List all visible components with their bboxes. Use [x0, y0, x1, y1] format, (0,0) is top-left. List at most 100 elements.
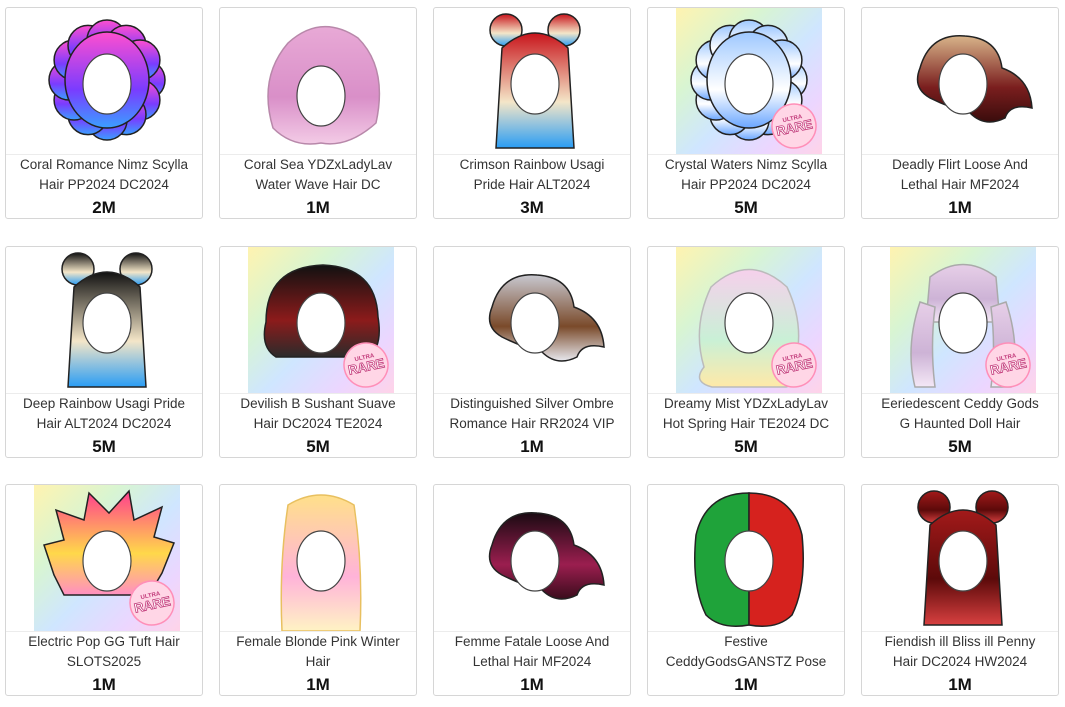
- item-name-line1: Deep Rainbow Usagi Pride: [22, 396, 186, 411]
- item-name-line2: Lethal Hair MF2024: [472, 654, 592, 669]
- face-placeholder: [724, 292, 774, 354]
- item-price: 5M: [734, 198, 758, 217]
- item-name-line1: Electric Pop GG Tuft Hair: [28, 634, 180, 649]
- item-price: 1M: [948, 675, 972, 694]
- item-price: 5M: [92, 437, 116, 456]
- item-name: Dreamy Mist YDZxLadyLav Hot Spring Hair T…: [648, 394, 844, 434]
- item-card[interactable]: ULTRA RARE Electric Pop GG Tuft Hair SLOTS2…: [5, 484, 203, 696]
- item-name-line1: Eeriedescent Ceddy Gods: [881, 396, 1039, 411]
- face-placeholder: [296, 530, 346, 592]
- item-name-line1: Coral Romance Nimz Scylla: [19, 157, 189, 172]
- item-name-line1: Coral Sea YDZxLadyLav: [243, 157, 393, 172]
- item-name-line2: Hair: [305, 654, 331, 669]
- item-name-line2: CeddyGodsGANSTZ Pose: [665, 654, 827, 669]
- item-name-line1: Deadly Flirt Loose And: [892, 157, 1028, 172]
- item-card[interactable]: Deadly Flirt Loose And Lethal Hair MF2024…: [861, 7, 1059, 219]
- item-thumbnail[interactable]: [34, 247, 180, 393]
- item-name: Female Blonde Pink Winter Hair: [220, 632, 416, 672]
- item-thumbnail[interactable]: [462, 8, 608, 154]
- item-name-line1: Female Blonde Pink Winter: [236, 634, 400, 649]
- item-name: Distinguished Silver Ombre Romance Hair R…: [434, 394, 630, 434]
- item-card[interactable]: ULTRA RARE Eeriedescent Ceddy Gods G Haunte…: [861, 246, 1059, 458]
- item-thumbnail[interactable]: ULTRA RARE: [676, 8, 822, 154]
- item-card[interactable]: ULTRA RARE Devilish B Sushant Suave Hair DC…: [219, 246, 417, 458]
- item-card[interactable]: Deep Rainbow Usagi Pride Hair ALT2024 DC2…: [5, 246, 203, 458]
- item-name: Devilish B Sushant Suave Hair DC2024 TE20…: [220, 394, 416, 434]
- item-card[interactable]: Coral Romance Nimz Scylla Hair PP2024 DC2…: [5, 7, 203, 219]
- face-placeholder: [82, 53, 132, 115]
- item-thumbnail[interactable]: [248, 485, 394, 631]
- item-name-line1: Devilish B Sushant Suave: [240, 396, 396, 411]
- item-name-line1: Fiendish ill Bliss ill Penny: [884, 634, 1036, 649]
- item-name-line2: Pride Hair ALT2024: [473, 177, 591, 192]
- item-name: Festive CeddyGodsGANSTZ Pose: [648, 632, 844, 672]
- item-price: 1M: [734, 675, 758, 694]
- item-thumbnail[interactable]: [248, 8, 394, 154]
- item-name-line2: Romance Hair RR2024 VIP: [449, 416, 615, 431]
- item-price: 1M: [92, 675, 116, 694]
- item-card[interactable]: Coral Sea YDZxLadyLav Water Wave Hair DC 1…: [219, 7, 417, 219]
- face-placeholder: [296, 292, 346, 354]
- item-name-line1: Femme Fatale Loose And: [454, 634, 610, 649]
- face-placeholder: [510, 292, 560, 354]
- face-placeholder: [938, 53, 988, 115]
- item-grid: Coral Romance Nimz Scylla Hair PP2024 DC2…: [0, 0, 1065, 707]
- item-thumbnail[interactable]: [890, 485, 1036, 631]
- item-name: Eeriedescent Ceddy Gods G Haunted Doll Ha…: [862, 394, 1058, 434]
- item-name: Femme Fatale Loose And Lethal Hair MF2024: [434, 632, 630, 672]
- item-name-line1: Dreamy Mist YDZxLadyLav: [663, 396, 829, 411]
- face-placeholder: [82, 530, 132, 592]
- item-name: Crystal Waters Nimz Scylla Hair PP2024 DC…: [648, 155, 844, 195]
- item-card[interactable]: Femme Fatale Loose And Lethal Hair MF2024…: [433, 484, 631, 696]
- item-name-line2: G Haunted Doll Hair: [899, 416, 1021, 431]
- item-thumbnail[interactable]: ULTRA RARE: [676, 247, 822, 393]
- item-thumbnail[interactable]: [462, 485, 608, 631]
- item-thumbnail[interactable]: ULTRA RARE: [890, 247, 1036, 393]
- item-name-line2: Hair DC2024 HW2024: [892, 654, 1028, 669]
- item-name-line1: Crystal Waters Nimz Scylla: [664, 157, 828, 172]
- item-card[interactable]: ULTRA RARE Crystal Waters Nimz Scylla Hair …: [647, 7, 845, 219]
- item-price: 5M: [948, 437, 972, 456]
- item-card[interactable]: Festive CeddyGodsGANSTZ Pose 1M: [647, 484, 845, 696]
- item-price: 3M: [520, 198, 544, 217]
- item-price: 1M: [520, 437, 544, 456]
- face-placeholder: [510, 53, 560, 115]
- item-name: Coral Romance Nimz Scylla Hair PP2024 DC2…: [6, 155, 202, 195]
- item-card[interactable]: Distinguished Silver Ombre Romance Hair R…: [433, 246, 631, 458]
- item-thumbnail[interactable]: [34, 8, 180, 154]
- item-name-line1: Festive: [724, 634, 768, 649]
- item-name-line2: Hair ALT2024 DC2024: [36, 416, 172, 431]
- item-price: 1M: [520, 675, 544, 694]
- item-thumbnail[interactable]: [462, 247, 608, 393]
- face-placeholder: [938, 530, 988, 592]
- item-thumbnail[interactable]: [676, 485, 822, 631]
- item-price: 2M: [92, 198, 116, 217]
- item-name-line2: Water Wave Hair DC: [255, 177, 381, 192]
- item-card[interactable]: Female Blonde Pink Winter Hair 1M: [219, 484, 417, 696]
- item-name: Fiendish ill Bliss ill Penny Hair DC2024 …: [862, 632, 1058, 672]
- item-thumbnail[interactable]: ULTRA RARE: [248, 247, 394, 393]
- face-placeholder: [510, 530, 560, 592]
- item-name-line2: Hot Spring Hair TE2024 DC: [662, 416, 830, 431]
- face-placeholder: [724, 53, 774, 115]
- item-price: 1M: [306, 675, 330, 694]
- item-name: Crimson Rainbow Usagi Pride Hair ALT2024: [434, 155, 630, 195]
- item-card[interactable]: Crimson Rainbow Usagi Pride Hair ALT2024 3…: [433, 7, 631, 219]
- item-thumbnail[interactable]: [890, 8, 1036, 154]
- item-thumbnail[interactable]: ULTRA RARE: [34, 485, 180, 631]
- face-placeholder: [938, 292, 988, 354]
- item-price: 5M: [306, 437, 330, 456]
- item-name: Coral Sea YDZxLadyLav Water Wave Hair DC: [220, 155, 416, 195]
- item-name-line2: SLOTS2025: [66, 654, 142, 669]
- item-name: Electric Pop GG Tuft Hair SLOTS2025: [6, 632, 202, 672]
- face-placeholder: [724, 530, 774, 592]
- item-name-line1: Crimson Rainbow Usagi: [459, 157, 605, 172]
- item-name-line2: Lethal Hair MF2024: [900, 177, 1020, 192]
- item-name-line2: Hair PP2024 DC2024: [39, 177, 169, 192]
- item-card[interactable]: Fiendish ill Bliss ill Penny Hair DC2024 …: [861, 484, 1059, 696]
- item-card[interactable]: ULTRA RARE Dreamy Mist YDZxLadyLav Hot Spri…: [647, 246, 845, 458]
- face-placeholder: [82, 292, 132, 354]
- item-name-line1: Distinguished Silver Ombre: [450, 396, 614, 411]
- item-price: 5M: [734, 437, 758, 456]
- face-placeholder: [296, 65, 346, 127]
